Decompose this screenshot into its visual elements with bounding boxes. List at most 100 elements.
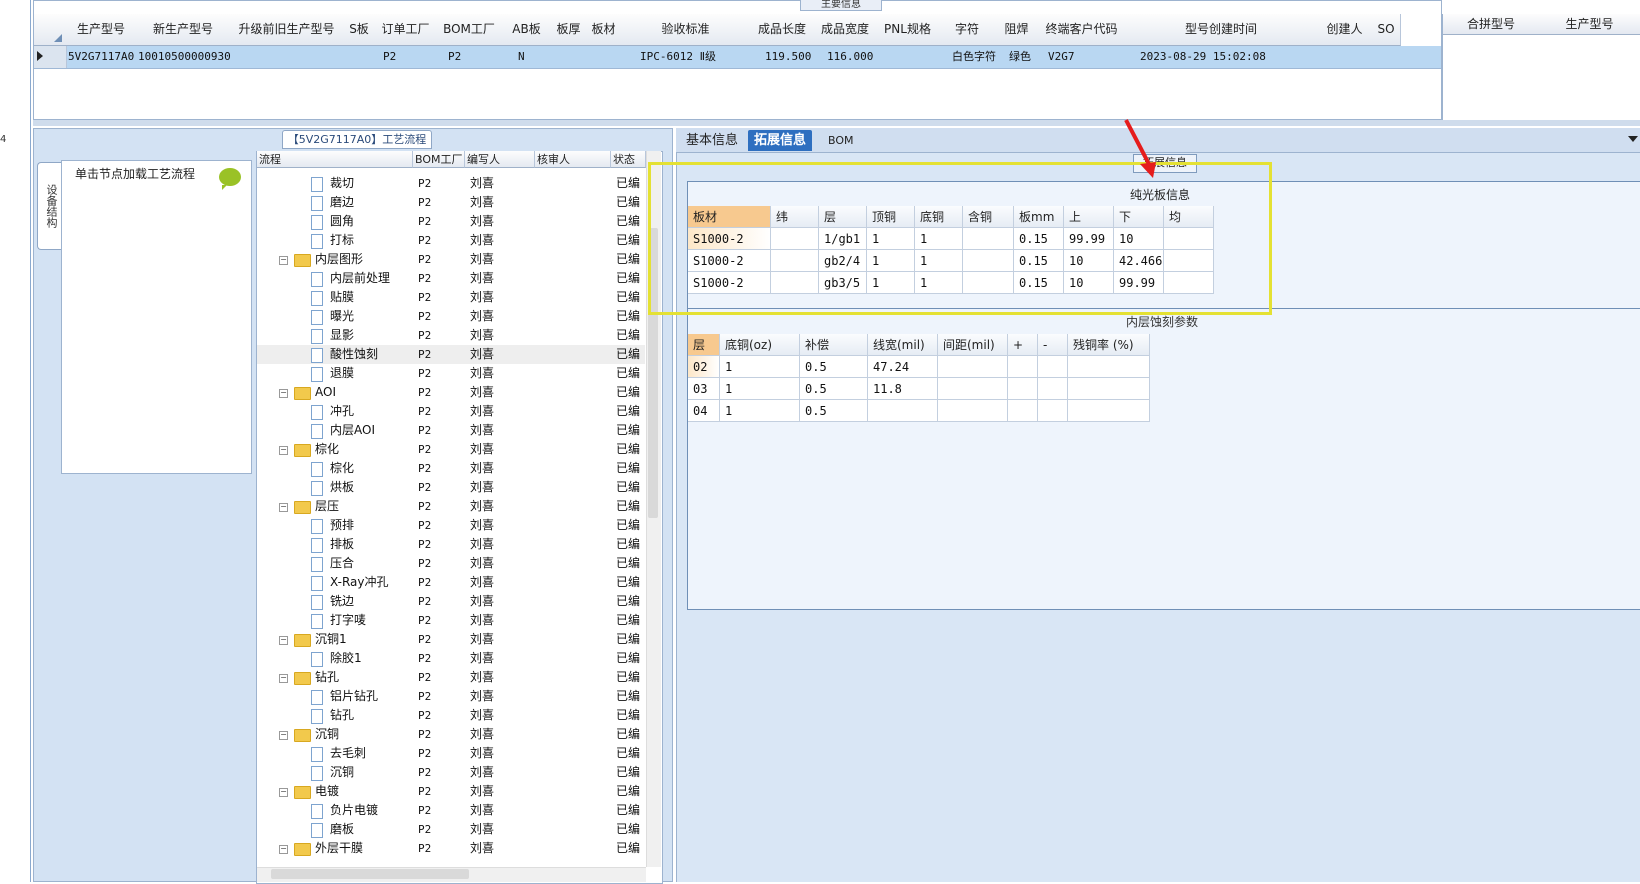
table-cell[interactable] <box>1038 356 1068 378</box>
table-cell[interactable]: 03 <box>688 378 720 400</box>
column-header[interactable]: 线宽(mil) <box>868 334 938 356</box>
collapse-toggle-icon[interactable]: − <box>279 674 288 683</box>
collapse-toggle-icon[interactable]: − <box>279 256 288 265</box>
column-header[interactable]: 创建人 <box>1317 14 1373 46</box>
column-header[interactable]: 间距(mil) <box>938 334 1008 356</box>
table-cell[interactable] <box>1008 356 1038 378</box>
folder-icon <box>294 786 311 799</box>
table-cell[interactable]: IPC-6012 Ⅱ级 <box>640 46 716 68</box>
dropdown-arrow-icon[interactable] <box>1628 136 1638 142</box>
table-cell[interactable]: 0.5 <box>800 400 868 422</box>
horizontal-scroll-thumb[interactable] <box>271 869 469 879</box>
column-header[interactable]: 板厚 <box>551 14 587 46</box>
table-cell[interactable] <box>1068 400 1150 422</box>
table-cell[interactable]: 2023-08-29 15:02:08 <box>1140 46 1266 68</box>
column-header[interactable]: S板 <box>343 14 376 46</box>
collapse-toggle-icon[interactable]: − <box>279 731 288 740</box>
table-cell[interactable] <box>868 400 938 422</box>
collapse-toggle-icon[interactable]: − <box>279 446 288 455</box>
vertical-tab-equipment[interactable]: 设备结构 <box>37 162 62 250</box>
table-cell[interactable]: 11.8 <box>868 378 938 400</box>
table-cell[interactable]: 5V2G7117A0 <box>68 46 134 68</box>
column-header[interactable]: BOM工厂 <box>436 14 503 46</box>
column-header[interactable]: 阻焊 <box>995 14 1039 46</box>
table-cell[interactable]: 116.000 <box>827 46 873 68</box>
table-cell[interactable] <box>938 356 1008 378</box>
table-cell[interactable] <box>1038 378 1068 400</box>
bom-factory-cell: P2 <box>418 291 432 304</box>
table-cell[interactable]: P2 <box>448 46 461 68</box>
column-header[interactable]: 状态 <box>611 151 646 168</box>
column-header[interactable]: 合拼型号 <box>1443 14 1540 35</box>
column-header[interactable]: 订单工厂 <box>375 14 437 46</box>
table-cell[interactable] <box>1008 400 1038 422</box>
tab-basic-info[interactable]: 基本信息 <box>680 130 744 151</box>
table-cell[interactable]: 1 <box>720 400 800 422</box>
column-header[interactable]: 成品长度 <box>750 14 815 46</box>
table-cell[interactable] <box>1008 378 1038 400</box>
column-header[interactable]: 成品宽度 <box>814 14 877 46</box>
table-cell[interactable]: N <box>518 46 525 68</box>
column-header[interactable]: PNL规格 <box>876 14 940 46</box>
table-cell[interactable]: P2 <box>383 46 396 68</box>
column-header[interactable]: 流程 <box>257 151 413 168</box>
column-header[interactable]: 残铜率 (%) <box>1068 334 1150 356</box>
column-header[interactable]: 生产型号 <box>66 14 137 46</box>
table-cell[interactable] <box>1068 378 1150 400</box>
column-header[interactable]: - <box>1038 334 1068 356</box>
collapse-toggle-icon[interactable]: − <box>279 389 288 398</box>
table-cell[interactable]: V2G7 <box>1048 46 1075 68</box>
column-header[interactable]: 补偿 <box>800 334 868 356</box>
column-header[interactable]: 核审人 <box>535 151 611 168</box>
column-header[interactable]: 验收标准 <box>621 14 751 46</box>
row-selector[interactable] <box>34 46 67 68</box>
table-cell[interactable]: 02 <box>688 356 720 378</box>
column-header[interactable]: 底铜(oz) <box>720 334 800 356</box>
table-cell[interactable]: 1 <box>720 378 800 400</box>
collapse-toggle-icon[interactable]: − <box>279 845 288 854</box>
collapse-toggle-icon[interactable]: − <box>279 788 288 797</box>
column-header[interactable]: 生产型号 <box>1539 14 1640 35</box>
status-cell: 已编 <box>616 822 641 836</box>
horizontal-splitter[interactable] <box>33 120 1640 126</box>
table-cell[interactable]: 0.5 <box>800 378 868 400</box>
status-cell: 已编 <box>616 575 641 589</box>
table-cell[interactable]: 10010500000930 <box>138 46 231 68</box>
column-header[interactable]: 型号创建时间 <box>1125 14 1318 46</box>
tab-extended-info[interactable]: 拓展信息 <box>748 130 813 151</box>
column-header[interactable]: BOM工厂 <box>413 151 465 168</box>
table-cell[interactable]: 白色字符 <box>952 46 996 68</box>
tab-bom[interactable]: BOM <box>822 130 860 151</box>
column-header[interactable]: 板材 <box>586 14 622 46</box>
table-cell[interactable]: 119.500 <box>765 46 811 68</box>
table-cell[interactable]: 47.24 <box>868 356 938 378</box>
column-header[interactable]: AB板 <box>502 14 552 46</box>
column-header[interactable]: + <box>1008 334 1038 356</box>
column-header[interactable]: 升级前旧生产型号 <box>230 14 344 46</box>
document-icon <box>311 196 323 211</box>
table-cell[interactable]: 0.5 <box>800 356 868 378</box>
column-header[interactable]: 新生产型号 <box>136 14 231 46</box>
column-header[interactable]: 终端客户代码 <box>1038 14 1126 46</box>
writer-cell: 刘喜 <box>470 328 495 342</box>
folder-icon <box>294 672 311 685</box>
main-info-tab[interactable]: 主要信息 <box>800 0 882 11</box>
document-icon <box>311 576 323 591</box>
column-header[interactable]: 编写人 <box>465 151 535 168</box>
table-cell[interactable] <box>1068 356 1150 378</box>
writer-cell: 刘喜 <box>470 784 495 798</box>
table-cell[interactable]: 1 <box>720 356 800 378</box>
table-cell[interactable] <box>938 400 1008 422</box>
column-header[interactable]: 字符 <box>939 14 996 46</box>
writer-cell: 刘喜 <box>470 423 495 437</box>
collapse-toggle-icon[interactable]: − <box>279 636 288 645</box>
table-cell[interactable] <box>938 378 1008 400</box>
column-header[interactable]: SO <box>1372 14 1401 46</box>
bom-factory-cell: P2 <box>418 253 432 266</box>
table-cell[interactable]: 绿色 <box>1009 46 1031 68</box>
table-cell[interactable] <box>1038 400 1068 422</box>
table-cell[interactable]: 04 <box>688 400 720 422</box>
collapse-toggle-icon[interactable]: − <box>279 503 288 512</box>
column-header[interactable]: 层 <box>688 334 720 356</box>
tree-node-label: 负片电镀 <box>330 803 379 817</box>
